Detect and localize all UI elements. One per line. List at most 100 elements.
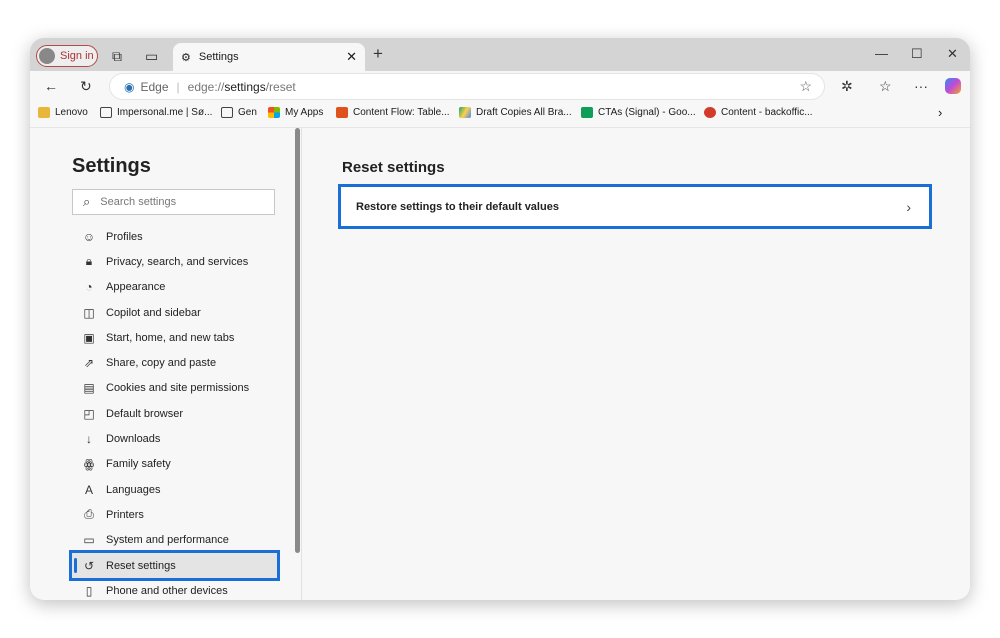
minimize-icon[interactable]: — xyxy=(875,46,888,61)
sidebar-item-label: System and performance xyxy=(106,534,229,547)
bookmark-label: My Apps xyxy=(285,107,324,118)
bookmark-ctas[interactable]: CTAs (Signal) - Goo... xyxy=(581,107,696,118)
sidebar-item-reset[interactable]: ↺ Reset settings xyxy=(69,549,280,582)
back-icon[interactable]: ← xyxy=(44,78,58,94)
languages-icon: A xyxy=(84,482,93,497)
favorites-icon[interactable]: ☆ xyxy=(879,78,892,95)
sidebar-item-copilot[interactable]: ◫ Copilot and sidebar xyxy=(72,300,277,325)
sidebar-item-family[interactable]: ꙮ Family safety xyxy=(72,452,277,477)
home-tabs-icon: ▣ xyxy=(83,330,95,345)
extensions-icon[interactable]: ✲ xyxy=(841,78,853,95)
avatar-icon xyxy=(39,48,55,64)
close-window-icon[interactable]: ✕ xyxy=(947,46,958,62)
browser-window: Sign in ⧉ ▭ ⚙ Settings ✕ + — ☐ ✕ ← ↻ ◉ E… xyxy=(30,38,970,600)
google-drive-icon xyxy=(459,107,471,118)
bookmark-label: Draft Copies All Bra... xyxy=(476,107,572,118)
close-tab-icon[interactable]: ✕ xyxy=(346,49,357,65)
sidebar-item-label: Printers xyxy=(106,508,144,521)
bookmark-label: CTAs (Signal) - Goo... xyxy=(598,107,696,118)
edge-logo-icon: ◉ xyxy=(124,79,135,94)
tab-settings[interactable]: ⚙ Settings ✕ xyxy=(173,43,365,71)
restore-defaults-label: Restore settings to their default values xyxy=(356,200,559,213)
bookmark-gen[interactable]: Gen xyxy=(221,107,257,118)
tab-strip: Sign in ⧉ ▭ ⚙ Settings ✕ + — ☐ ✕ xyxy=(30,38,970,71)
copilot-icon[interactable] xyxy=(945,78,961,94)
search-icon: ⌕ xyxy=(83,194,91,209)
bookmarks-bar: Lenovo Impersonal.me | Sø... Gen My Apps… xyxy=(30,101,970,128)
sidebar-item-label: Downloads xyxy=(106,433,161,446)
address-brand: Edge xyxy=(140,79,169,94)
sidebar-item-share[interactable]: ⇗ Share, copy and paste xyxy=(72,350,277,375)
sidebar-item-profiles[interactable]: ☺ Profiles xyxy=(72,224,277,249)
settings-nav: ☺ Profiles 🔒︎ Privacy, search, and service… xyxy=(69,224,280,600)
sidebar-item-privacy[interactable]: 🔒︎ Privacy, search, and services xyxy=(72,249,277,274)
folder-icon xyxy=(38,107,50,118)
toolbar: ← ↻ ◉ Edge | edge://settings/reset ☆ ✲ ☆… xyxy=(30,71,970,101)
bookmark-impersonal[interactable]: Impersonal.me | Sø... xyxy=(100,107,212,118)
laptop-icon: ▭ xyxy=(83,533,95,548)
page-icon xyxy=(221,107,233,118)
sidebar-item-system[interactable]: ▭ System and performance xyxy=(72,528,277,553)
gear-icon: ⚙ xyxy=(181,51,191,64)
sidebar-item-appearance[interactable]: ◔ Appearance xyxy=(72,275,277,300)
sidebar-item-phone[interactable]: ▯ Phone and other devices xyxy=(72,578,277,600)
microsoft-icon xyxy=(268,107,280,118)
sidebar-icon: ◫ xyxy=(83,305,95,320)
sidebar-item-label: Languages xyxy=(106,483,161,496)
restore-defaults-button[interactable]: Restore settings to their default values… xyxy=(338,184,932,229)
sidebar-item-printers[interactable]: ⎙ Printers xyxy=(72,502,277,527)
backoffice-icon xyxy=(704,107,716,118)
url-path: /reset xyxy=(265,79,296,94)
settings-title: Settings xyxy=(72,155,151,177)
address-separator: | xyxy=(176,79,180,94)
sign-in-label: Sign in xyxy=(60,50,94,62)
sidebar-scrollbar[interactable] xyxy=(295,128,300,553)
url-prefix: edge:// xyxy=(187,79,225,94)
profile-icon: ☺ xyxy=(82,229,96,244)
refresh-icon[interactable]: ↻ xyxy=(80,78,92,95)
page-icon xyxy=(100,107,112,118)
bookmark-my-apps[interactable]: My Apps xyxy=(268,107,323,118)
settings-sidebar: Settings ⌕ Search settings ☺ Profiles 🔒︎ Pr… xyxy=(30,128,300,600)
sign-in-button[interactable]: Sign in xyxy=(36,45,98,67)
more-icon[interactable]: ··· xyxy=(914,78,928,94)
favorite-star-icon[interactable]: ☆ xyxy=(799,78,812,95)
address-url: edge://settings/reset xyxy=(188,80,296,94)
sidebar-item-languages[interactable]: A Languages xyxy=(72,477,277,502)
maximize-icon[interactable]: ☐ xyxy=(911,46,923,62)
palette-icon: ◔ xyxy=(85,280,93,295)
sidebar-item-label: Appearance xyxy=(106,281,166,294)
tab-title: Settings xyxy=(198,51,239,63)
sidebar-item-downloads[interactable]: ↓ Downloads xyxy=(72,426,277,451)
bookmark-content-flow[interactable]: Content Flow: Table... xyxy=(336,107,450,118)
new-tab-icon[interactable]: + xyxy=(373,44,383,64)
sidebar-item-label: Copilot and sidebar xyxy=(106,306,201,319)
bookmark-label: Content - backoffic... xyxy=(721,107,813,118)
workspaces-icon[interactable]: ⧉ xyxy=(112,48,122,65)
bookmark-content-backoffice[interactable]: Content - backoffic... xyxy=(704,107,813,118)
url-host: settings xyxy=(224,79,266,94)
sidebar-item-default-browser[interactable]: ◰ Default browser xyxy=(72,401,277,426)
cookies-icon: ▤ xyxy=(83,381,95,396)
page-title: Reset settings xyxy=(342,159,445,176)
sidebar-item-label: Share, copy and paste xyxy=(106,357,217,370)
bookmark-lenovo[interactable]: Lenovo xyxy=(38,107,88,118)
bookmarks-overflow-icon[interactable]: › xyxy=(938,105,942,120)
family-icon: ꙮ xyxy=(83,457,95,472)
sidebar-item-label: Family safety xyxy=(106,458,171,471)
address-bar[interactable]: ◉ Edge | edge://settings/reset ☆ xyxy=(110,74,824,99)
phone-icon: ▯ xyxy=(85,583,93,598)
browser-icon: ◰ xyxy=(83,406,95,421)
sidebar-item-cookies[interactable]: ▤ Cookies and site permissions xyxy=(72,376,277,401)
search-settings-input[interactable]: ⌕ Search settings xyxy=(72,189,275,215)
tab-actions-icon[interactable]: ▭ xyxy=(145,48,158,65)
sidebar-item-label: Phone and other devices xyxy=(106,584,228,597)
search-placeholder: Search settings xyxy=(100,196,177,208)
sidebar-item-label: Cookies and site permissions xyxy=(106,382,250,395)
sidebar-item-label: Default browser xyxy=(106,407,184,420)
bookmark-draft-copies[interactable]: Draft Copies All Bra... xyxy=(459,107,572,118)
sidebar-item-label: Privacy, search, and services xyxy=(106,255,249,268)
sidebar-item-start-home[interactable]: ▣ Start, home, and new tabs xyxy=(72,325,277,350)
google-sheets-icon xyxy=(581,107,593,118)
sidebar-item-label: Reset settings xyxy=(106,559,176,572)
